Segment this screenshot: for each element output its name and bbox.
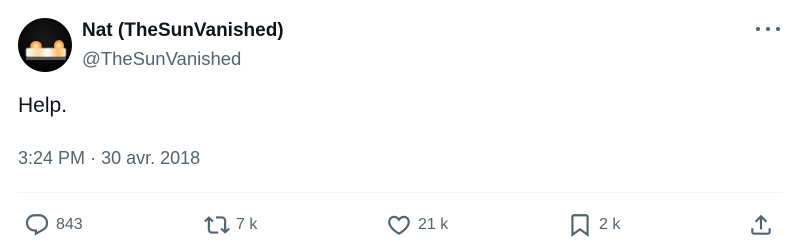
share-icon <box>751 214 771 235</box>
like-button[interactable]: 21 k <box>386 212 448 238</box>
bookmark-count: 2 k <box>599 216 621 233</box>
more-options-icon[interactable] <box>756 22 780 36</box>
tweet-text: Help. <box>18 94 68 117</box>
avatar-base <box>26 57 66 60</box>
action-bar: 843 7 k 21 k 2 k <box>0 212 800 240</box>
meta-separator: · <box>90 148 97 168</box>
more-dot <box>776 27 780 31</box>
avatar-glow <box>26 48 66 57</box>
tweet-date: 30 avr. 2018 <box>101 148 201 168</box>
bookmark-button[interactable]: 2 k <box>567 212 620 238</box>
tweet-time: 3:24 PM <box>18 148 86 168</box>
user-handle[interactable]: @TheSunVanished <box>82 48 241 70</box>
repost-button[interactable]: 7 k <box>204 212 257 238</box>
share-button[interactable] <box>748 212 774 238</box>
repost-count: 7 k <box>236 216 258 233</box>
repost-icon <box>204 216 230 234</box>
display-name[interactable]: Nat (TheSunVanished) <box>82 20 284 42</box>
avatar[interactable] <box>18 18 72 72</box>
reply-icon <box>25 214 49 236</box>
reply-button[interactable]: 843 <box>24 212 83 238</box>
tweet-card: Nat (TheSunVanished) @TheSunVanished Hel… <box>0 0 800 251</box>
reply-count: 843 <box>56 216 83 233</box>
bookmark-icon <box>571 214 589 237</box>
tweet-timestamp[interactable]: 3:24 PM · 30 avr. 2018 <box>18 148 200 169</box>
more-dot <box>766 27 770 31</box>
like-count: 21 k <box>418 216 449 233</box>
more-dot <box>756 27 760 31</box>
heart-icon <box>388 215 410 235</box>
divider <box>18 192 782 193</box>
